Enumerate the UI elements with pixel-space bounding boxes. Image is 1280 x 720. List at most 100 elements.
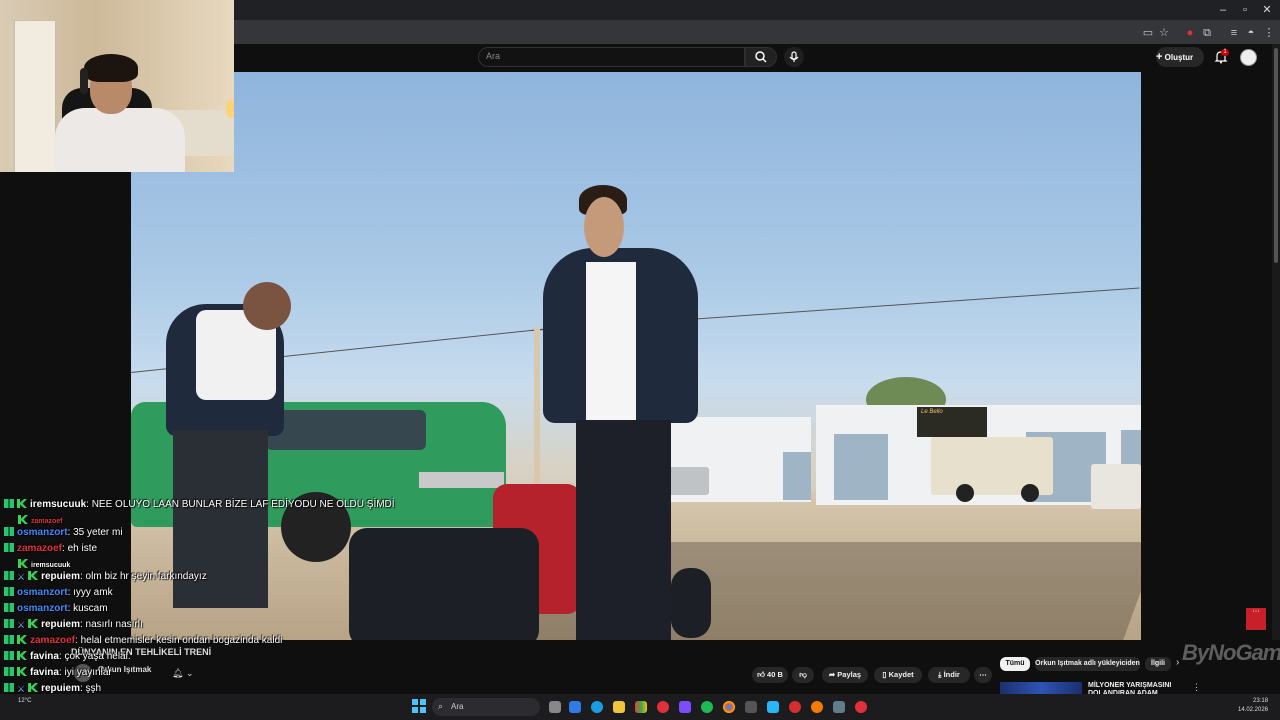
chat-username[interactable]: iremsucuuk bbox=[30, 499, 86, 510]
white-car bbox=[1091, 464, 1141, 509]
white-shirt bbox=[586, 262, 636, 422]
app-icon[interactable] bbox=[745, 701, 757, 713]
streamer-hair bbox=[84, 54, 138, 82]
extension-icon[interactable]: ● bbox=[1183, 26, 1197, 40]
account-avatar[interactable] bbox=[1240, 49, 1257, 66]
profile-icon[interactable]: ≡ bbox=[1227, 26, 1241, 40]
chat-username[interactable]: favina bbox=[30, 667, 59, 678]
app-icon[interactable] bbox=[767, 701, 779, 713]
chat-message: iremsucuuk: NEE OLUYO LAAN BUNLAR BİZE L… bbox=[4, 499, 395, 510]
clock-time: 23:18 bbox=[1253, 698, 1269, 704]
chat-username[interactable]: osmanzort bbox=[17, 587, 68, 598]
widgets-icon[interactable] bbox=[569, 701, 581, 713]
subscriber-badge-icon bbox=[4, 499, 14, 508]
download-icon: ⤓ bbox=[938, 670, 942, 679]
taskbar-search[interactable] bbox=[432, 698, 540, 716]
chrome-icon[interactable] bbox=[723, 701, 735, 713]
more-actions-button[interactable]: ⋯ bbox=[974, 667, 992, 683]
search-input[interactable] bbox=[478, 47, 745, 67]
shop-sign: Le Bello bbox=[917, 407, 987, 437]
edge-icon[interactable] bbox=[591, 701, 603, 713]
chat-message: zamazoef: helal etmemisler kesin ondan b… bbox=[4, 635, 282, 646]
maximize-button[interactable]: ▫ bbox=[1234, 2, 1256, 18]
bookmark-star-icon[interactable]: ☆ bbox=[1157, 26, 1171, 40]
recommended-video-thumbnail[interactable] bbox=[1000, 682, 1082, 694]
chip-uploader[interactable]: Orkun Işıtmak adlı yükleyiciden bbox=[1035, 657, 1140, 671]
moderator-badge-icon: ⚔ bbox=[17, 684, 26, 694]
chat-username[interactable]: zamazoef bbox=[17, 543, 62, 554]
cast-icon[interactable]: ▭ bbox=[1141, 26, 1155, 40]
like-count: 40 B bbox=[767, 670, 783, 679]
chat-text: NEE OLUYO LAAN BUNLAR BİZE LAF EDİYODU N… bbox=[91, 499, 395, 510]
truck-wheel bbox=[1021, 484, 1039, 502]
task-view-icon[interactable] bbox=[549, 701, 561, 713]
kick-badge-icon bbox=[17, 499, 27, 508]
subscriber-badge-icon bbox=[4, 587, 14, 596]
moderator-badge-icon: ⚔ bbox=[17, 620, 26, 630]
app-icon[interactable] bbox=[855, 701, 867, 713]
system-clock[interactable]: 23:18 14.02.2026 bbox=[1238, 697, 1268, 715]
chip-all[interactable]: Tümü bbox=[1000, 657, 1030, 671]
stream-watermark: ByNoGame bbox=[1182, 640, 1280, 665]
minimize-button[interactable]: – bbox=[1212, 2, 1234, 18]
kick-badge-icon bbox=[17, 651, 27, 660]
chat-text: helal etmemisler kesin ondan bogazinda k… bbox=[80, 635, 283, 646]
close-button[interactable]: ✕ bbox=[1256, 2, 1278, 18]
search-button[interactable] bbox=[745, 47, 777, 67]
thumbs-up-icon: 👍︎ bbox=[757, 670, 765, 679]
bookmark-icon: ▯ bbox=[882, 670, 887, 679]
save-button[interactable]: ▯ Kaydet bbox=[874, 667, 922, 683]
building-door bbox=[834, 434, 888, 500]
app-icon[interactable] bbox=[833, 701, 845, 713]
app-icon[interactable] bbox=[635, 701, 647, 713]
chat-username[interactable]: repuiem bbox=[41, 619, 80, 630]
chat-text: 35 yeter mi bbox=[73, 527, 123, 538]
subscriber-badge-icon bbox=[4, 527, 14, 536]
more-horizontal-icon: ⋯ bbox=[979, 670, 987, 679]
chat-username[interactable]: iremsucuuk bbox=[31, 562, 70, 569]
person-center-pants bbox=[576, 420, 671, 640]
download-button[interactable]: ⤓ İndir bbox=[928, 667, 970, 683]
dislike-button[interactable]: 👎︎ bbox=[792, 667, 814, 683]
like-button[interactable]: 👍︎ 40 B bbox=[752, 667, 788, 683]
chat-text: şşh bbox=[85, 683, 102, 694]
streamer-shirt bbox=[55, 108, 185, 172]
app-icon[interactable] bbox=[789, 701, 801, 713]
extensions-puzzle-icon[interactable]: ⧉ bbox=[1200, 26, 1214, 40]
create-button[interactable]: + Oluştur bbox=[1156, 47, 1204, 67]
spotify-icon[interactable] bbox=[701, 701, 713, 713]
save-label: Kaydet bbox=[888, 670, 914, 679]
recommendation-menu-icon[interactable]: ⋮ bbox=[1192, 682, 1201, 693]
lamp bbox=[226, 100, 234, 118]
chip-related[interactable]: İlgili bbox=[1145, 657, 1171, 671]
chat-username[interactable]: repuiem bbox=[41, 571, 80, 582]
chat-username[interactable]: osmanzort bbox=[17, 603, 68, 614]
browser-menu-icon[interactable]: ⋮ bbox=[1262, 26, 1276, 40]
taskbar-search-placeholder: Ara bbox=[451, 702, 464, 711]
subscriber-badge-icon bbox=[4, 571, 14, 580]
person-center-face bbox=[584, 197, 624, 257]
file-explorer-icon[interactable] bbox=[613, 701, 625, 713]
voice-search-button[interactable] bbox=[784, 47, 804, 67]
kick-badge-icon bbox=[28, 571, 39, 580]
chat-username[interactable]: repuiem bbox=[41, 683, 80, 694]
incognito-icon[interactable]: ◓ bbox=[1244, 26, 1258, 40]
chat-message: zamazoef bbox=[18, 515, 63, 525]
app-icon[interactable] bbox=[657, 701, 669, 713]
chat-username[interactable]: osmanzort bbox=[17, 527, 68, 538]
chat-text: nasırlı nasırlı bbox=[85, 619, 143, 630]
weather-widget[interactable]: 12°C bbox=[18, 698, 31, 704]
kick-badge-icon bbox=[17, 667, 27, 676]
chat-username[interactable]: favina bbox=[30, 651, 59, 662]
app-icon[interactable] bbox=[679, 701, 691, 713]
chat-username[interactable]: zamazoef bbox=[31, 518, 63, 525]
chat-username[interactable]: zamazoef bbox=[30, 635, 75, 646]
chat-message: osmanzort: kuscam bbox=[4, 603, 108, 614]
chat-text: kuscam bbox=[73, 603, 108, 614]
chevron-right-icon[interactable]: › bbox=[1176, 657, 1179, 668]
app-icon[interactable] bbox=[811, 701, 823, 713]
share-button[interactable]: ➦ Paylaş bbox=[822, 667, 868, 683]
scrollbar-thumb[interactable] bbox=[1274, 48, 1278, 263]
chat-message: osmanzort: ıyyy amk bbox=[4, 587, 113, 598]
start-button[interactable] bbox=[412, 699, 426, 713]
